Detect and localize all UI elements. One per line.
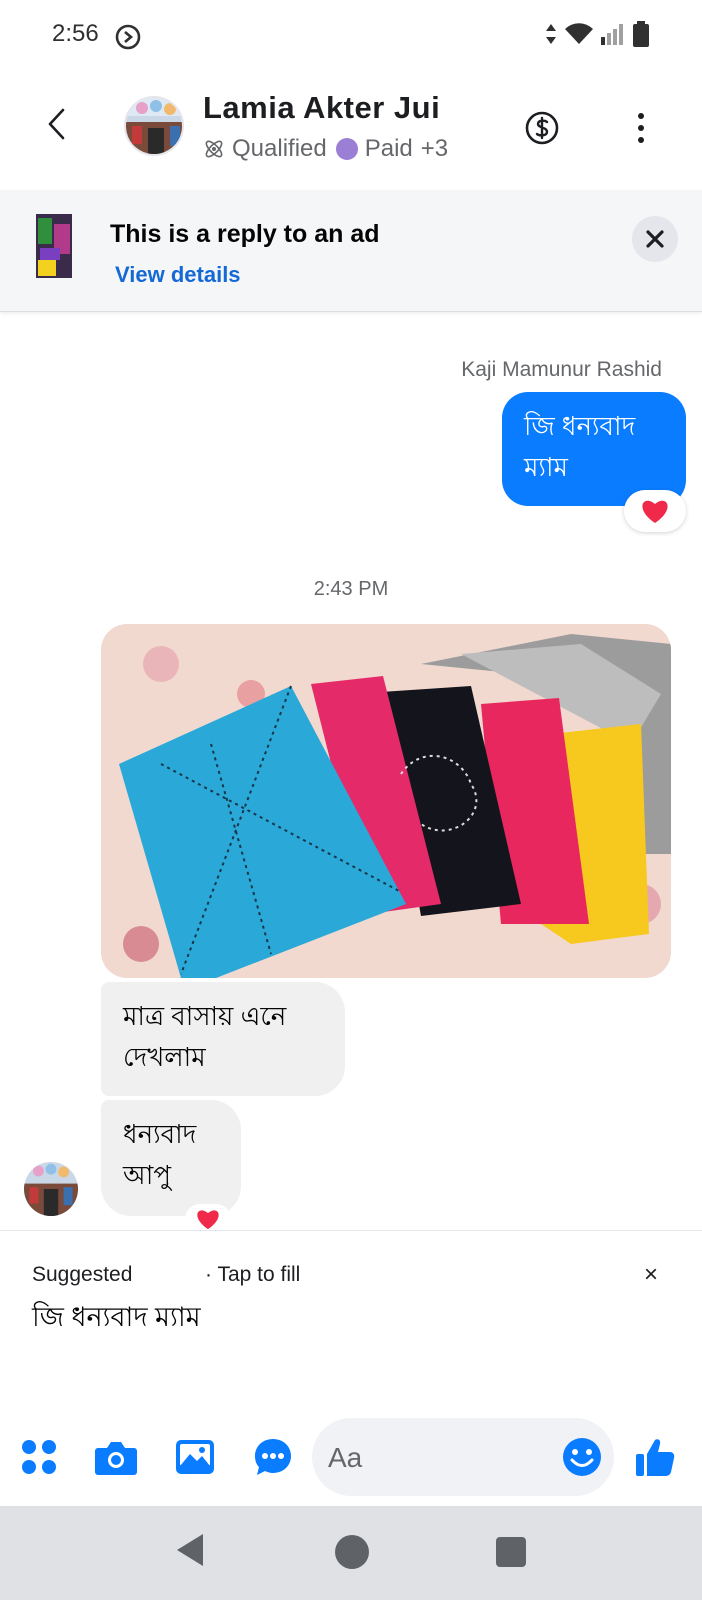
tap-to-fill-hint: · Tap to fill [205,1263,301,1286]
close-banner-button[interactable] [632,216,678,262]
view-details-link[interactable]: View details [115,262,241,288]
back-button[interactable] [36,100,76,148]
close-icon [646,230,664,248]
ad-reply-banner: This is a reply to an ad View details [0,190,702,312]
thumbs-up-icon [636,1439,675,1476]
contact-tags[interactable]: Qualified Paid +3 [202,135,448,163]
incoming-message-bubble[interactable]: মাত্র বাসায় এনে দেখলাম [101,982,345,1096]
status-bar: 2:56 [0,0,702,72]
like-button[interactable] [630,1432,680,1482]
chevron-left-icon [48,108,65,140]
nav-recents-button[interactable] [496,1537,526,1567]
grid-dots-icon [22,1440,56,1474]
suggested-reply-panel: Suggested · Tap to fill × জি ধন্যবাদ ম্য… [0,1230,702,1410]
image-icon [176,1440,214,1474]
messenger-apps-button[interactable] [248,1432,298,1482]
system-nav-bar [0,1506,702,1600]
incoming-message-bubble[interactable]: ধন্যবাদ আপু [101,1100,241,1216]
outgoing-sender-name: Kaji Mamunur Rashid [461,358,662,381]
nav-home-button[interactable] [335,1535,369,1569]
chat-header: Lamia Akter Jui Qualified Paid +3 [0,72,702,190]
wifi-icon [565,23,593,44]
smiley-icon [563,1438,601,1476]
heart-icon [197,1210,219,1230]
contact-name[interactable]: Lamia Akter Jui [203,90,440,126]
apps-button[interactable] [14,1432,64,1482]
message-timestamp: 2:43 PM [313,578,389,600]
contact-avatar[interactable] [124,96,184,156]
dot-icon [638,113,644,119]
paid-dot-icon [335,138,358,160]
message-reaction[interactable] [624,490,686,532]
gallery-button[interactable] [170,1432,220,1482]
battery-icon [633,21,649,47]
suggested-label: Suggested [32,1263,133,1286]
contact-avatar-small[interactable] [24,1162,78,1216]
status-icons [544,20,650,48]
more-options-button[interactable] [626,106,656,150]
camera-button[interactable] [91,1432,141,1482]
tag-paid: Paid [364,135,413,162]
ad-thumbnail[interactable] [36,214,72,278]
message-input[interactable]: Aa [312,1418,614,1496]
close-suggestion-button[interactable]: × [644,1261,658,1289]
screen-record-icon [114,23,142,56]
outgoing-message-bubble[interactable]: জি ধন্যবাদ ম্যাম [502,392,686,506]
ad-banner-title: This is a reply to an ad [110,220,380,248]
heart-icon [642,500,668,523]
status-time: 2:56 [52,20,99,47]
message-composer: Aa [0,1410,702,1506]
payment-button[interactable] [524,110,560,146]
camera-icon [95,1442,137,1475]
tag-more-count: +3 [420,135,449,162]
dot-icon [638,125,644,131]
shared-photo[interactable] [101,624,671,978]
emoji-button[interactable] [560,1435,604,1479]
chat-bubble-icon [255,1439,291,1475]
signal-icon [601,24,623,45]
data-arrows-icon [546,24,556,44]
dollar-circle-icon [525,111,559,145]
dot-icon [638,137,644,143]
qualified-icon [205,140,223,158]
nav-back-icon[interactable] [175,1532,205,1568]
tag-qualified: Qualified [232,135,327,162]
suggested-reply-text[interactable]: জি ধন্যবাদ ম্যাম [32,1297,292,1337]
message-input-placeholder: Aa [328,1442,363,1473]
